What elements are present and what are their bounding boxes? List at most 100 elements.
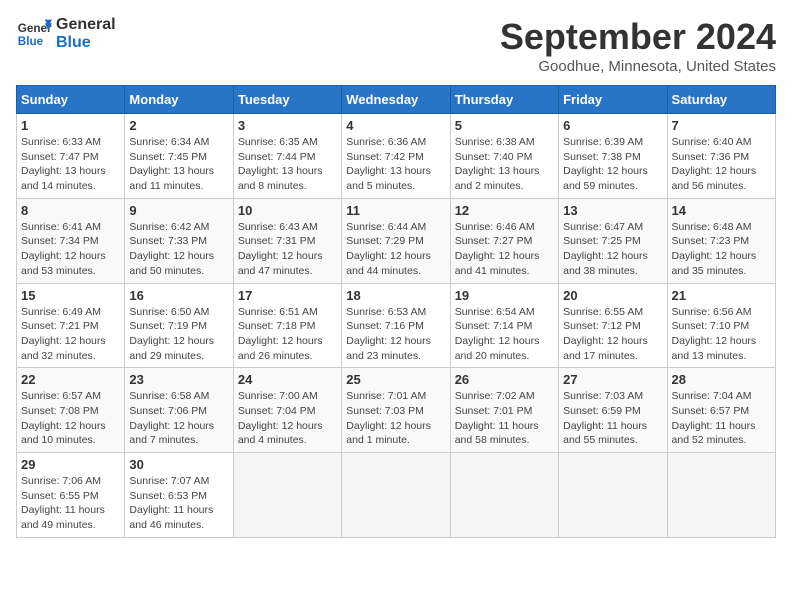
calendar-cell: 8 Sunrise: 6:41 AM Sunset: 7:34 PM Daylig… — [17, 198, 125, 283]
calendar-cell: 7 Sunrise: 6:40 AM Sunset: 7:36 PM Daylig… — [667, 114, 775, 199]
day-number: 4 — [346, 118, 445, 133]
day-info: Sunrise: 6:38 AM Sunset: 7:40 PM Dayligh… — [455, 135, 554, 194]
weekday-header: Thursday — [450, 86, 558, 114]
calendar-table: SundayMondayTuesdayWednesdayThursdayFrid… — [16, 85, 776, 538]
calendar-cell: 10 Sunrise: 6:43 AM Sunset: 7:31 PM Dayli… — [233, 198, 341, 283]
calendar-cell: 13 Sunrise: 6:47 AM Sunset: 7:25 PM Dayli… — [559, 198, 667, 283]
calendar-cell: 22 Sunrise: 6:57 AM Sunset: 7:08 PM Dayli… — [17, 368, 125, 453]
day-info: Sunrise: 6:57 AM Sunset: 7:08 PM Dayligh… — [21, 389, 120, 448]
day-number: 18 — [346, 288, 445, 303]
day-info: Sunrise: 6:42 AM Sunset: 7:33 PM Dayligh… — [129, 220, 228, 279]
day-info: Sunrise: 6:40 AM Sunset: 7:36 PM Dayligh… — [672, 135, 771, 194]
day-info: Sunrise: 6:36 AM Sunset: 7:42 PM Dayligh… — [346, 135, 445, 194]
day-info: Sunrise: 6:39 AM Sunset: 7:38 PM Dayligh… — [563, 135, 662, 194]
calendar-cell: 16 Sunrise: 6:50 AM Sunset: 7:19 PM Dayli… — [125, 283, 233, 368]
day-info: Sunrise: 7:02 AM Sunset: 7:01 PM Dayligh… — [455, 389, 554, 448]
day-info: Sunrise: 7:03 AM Sunset: 6:59 PM Dayligh… — [563, 389, 662, 448]
day-number: 14 — [672, 203, 771, 218]
weekday-header: Wednesday — [342, 86, 450, 114]
calendar-cell: 20Sunrise: 6:55 AM Sunset: 7:12 PM Dayli… — [559, 283, 667, 368]
day-number: 16 — [129, 288, 228, 303]
logo-general: General — [56, 16, 116, 34]
day-number: 22 — [21, 372, 120, 387]
day-number: 17 — [238, 288, 337, 303]
day-info: Sunrise: 6:43 AM Sunset: 7:31 PM Dayligh… — [238, 220, 337, 279]
calendar-week-row: 8 Sunrise: 6:41 AM Sunset: 7:34 PM Daylig… — [17, 198, 776, 283]
calendar-cell: 24Sunrise: 7:00 AM Sunset: 7:04 PM Dayli… — [233, 368, 341, 453]
calendar-week-row: 1 Sunrise: 6:33 AM Sunset: 7:47 PM Daylig… — [17, 114, 776, 199]
calendar-header-row: SundayMondayTuesdayWednesdayThursdayFrid… — [17, 86, 776, 114]
day-number: 7 — [672, 118, 771, 133]
calendar-cell: 9 Sunrise: 6:42 AM Sunset: 7:33 PM Daylig… — [125, 198, 233, 283]
logo-blue: Blue — [56, 34, 116, 52]
day-info: Sunrise: 6:44 AM Sunset: 7:29 PM Dayligh… — [346, 220, 445, 279]
day-number: 23 — [129, 372, 228, 387]
day-number: 25 — [346, 372, 445, 387]
calendar-cell — [559, 453, 667, 538]
day-info: Sunrise: 7:04 AM Sunset: 6:57 PM Dayligh… — [672, 389, 771, 448]
day-info: Sunrise: 6:53 AM Sunset: 7:16 PM Dayligh… — [346, 305, 445, 364]
day-number: 11 — [346, 203, 445, 218]
calendar-cell: 28 Sunrise: 7:04 AM Sunset: 6:57 PM Dayli… — [667, 368, 775, 453]
day-number: 15 — [21, 288, 120, 303]
day-number: 2 — [129, 118, 228, 133]
calendar-cell: 5 Sunrise: 6:38 AM Sunset: 7:40 PM Daylig… — [450, 114, 558, 199]
day-info: Sunrise: 6:41 AM Sunset: 7:34 PM Dayligh… — [21, 220, 120, 279]
day-info: Sunrise: 6:47 AM Sunset: 7:25 PM Dayligh… — [563, 220, 662, 279]
calendar-cell: 21 Sunrise: 6:56 AM Sunset: 7:10 PM Dayli… — [667, 283, 775, 368]
calendar-cell: 17 Sunrise: 6:51 AM Sunset: 7:18 PM Dayli… — [233, 283, 341, 368]
calendar-cell: 27 Sunrise: 7:03 AM Sunset: 6:59 PM Dayli… — [559, 368, 667, 453]
calendar-title: September 2024 — [500, 16, 776, 58]
calendar-cell: 18 Sunrise: 6:53 AM Sunset: 7:16 PM Dayli… — [342, 283, 450, 368]
day-number: 26 — [455, 372, 554, 387]
calendar-cell: 30Sunrise: 7:07 AM Sunset: 6:53 PM Dayli… — [125, 453, 233, 538]
weekday-header: Friday — [559, 86, 667, 114]
calendar-cell: 4 Sunrise: 6:36 AM Sunset: 7:42 PM Daylig… — [342, 114, 450, 199]
day-info: Sunrise: 6:50 AM Sunset: 7:19 PM Dayligh… — [129, 305, 228, 364]
day-number: 9 — [129, 203, 228, 218]
day-info: Sunrise: 6:51 AM Sunset: 7:18 PM Dayligh… — [238, 305, 337, 364]
title-section: September 2024 Goodhue, Minnesota, Unite… — [500, 16, 776, 75]
day-info: Sunrise: 6:35 AM Sunset: 7:44 PM Dayligh… — [238, 135, 337, 194]
day-info: Sunrise: 6:34 AM Sunset: 7:45 PM Dayligh… — [129, 135, 228, 194]
day-number: 5 — [455, 118, 554, 133]
calendar-cell: 14 Sunrise: 6:48 AM Sunset: 7:23 PM Dayli… — [667, 198, 775, 283]
weekday-header: Saturday — [667, 86, 775, 114]
calendar-cell — [233, 453, 341, 538]
calendar-cell: 15Sunrise: 6:49 AM Sunset: 7:21 PM Dayli… — [17, 283, 125, 368]
weekday-header: Monday — [125, 86, 233, 114]
calendar-cell — [450, 453, 558, 538]
day-info: Sunrise: 6:56 AM Sunset: 7:10 PM Dayligh… — [672, 305, 771, 364]
day-number: 10 — [238, 203, 337, 218]
day-number: 28 — [672, 372, 771, 387]
day-number: 13 — [563, 203, 662, 218]
day-number: 27 — [563, 372, 662, 387]
day-info: Sunrise: 7:01 AM Sunset: 7:03 PM Dayligh… — [346, 389, 445, 448]
day-info: Sunrise: 7:06 AM Sunset: 6:55 PM Dayligh… — [21, 474, 120, 533]
calendar-cell: 25 Sunrise: 7:01 AM Sunset: 7:03 PM Dayli… — [342, 368, 450, 453]
day-number: 3 — [238, 118, 337, 133]
weekday-header: Tuesday — [233, 86, 341, 114]
day-info: Sunrise: 6:48 AM Sunset: 7:23 PM Dayligh… — [672, 220, 771, 279]
day-number: 8 — [21, 203, 120, 218]
day-number: 1 — [21, 118, 120, 133]
weekday-header: Sunday — [17, 86, 125, 114]
day-number: 21 — [672, 288, 771, 303]
calendar-cell: 3 Sunrise: 6:35 AM Sunset: 7:44 PM Daylig… — [233, 114, 341, 199]
calendar-cell: 6Sunrise: 6:39 AM Sunset: 7:38 PM Daylig… — [559, 114, 667, 199]
calendar-cell: 11 Sunrise: 6:44 AM Sunset: 7:29 PM Dayli… — [342, 198, 450, 283]
day-number: 19 — [455, 288, 554, 303]
calendar-cell: 26 Sunrise: 7:02 AM Sunset: 7:01 PM Dayli… — [450, 368, 558, 453]
calendar-cell: 23 Sunrise: 6:58 AM Sunset: 7:06 PM Dayli… — [125, 368, 233, 453]
calendar-cell: 29 Sunrise: 7:06 AM Sunset: 6:55 PM Dayli… — [17, 453, 125, 538]
calendar-cell — [667, 453, 775, 538]
day-number: 29 — [21, 457, 120, 472]
day-info: Sunrise: 6:55 AM Sunset: 7:12 PM Dayligh… — [563, 305, 662, 364]
calendar-cell: 19Sunrise: 6:54 AM Sunset: 7:14 PM Dayli… — [450, 283, 558, 368]
calendar-week-row: 22 Sunrise: 6:57 AM Sunset: 7:08 PM Dayli… — [17, 368, 776, 453]
calendar-subtitle: Goodhue, Minnesota, United States — [500, 58, 776, 75]
logo: General Blue General Blue — [16, 16, 116, 52]
day-info: Sunrise: 7:00 AM Sunset: 7:04 PM Dayligh… — [238, 389, 337, 448]
day-info: Sunrise: 6:58 AM Sunset: 7:06 PM Dayligh… — [129, 389, 228, 448]
day-info: Sunrise: 6:33 AM Sunset: 7:47 PM Dayligh… — [21, 135, 120, 194]
